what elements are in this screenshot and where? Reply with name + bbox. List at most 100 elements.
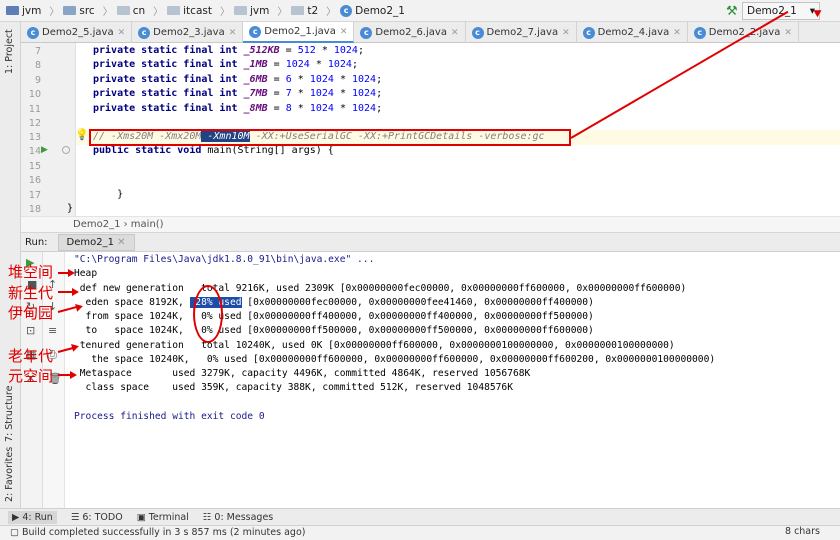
code-line-18: } [67, 203, 74, 214]
annotation-arrowhead [68, 269, 75, 277]
console-metaspace: Metaspace used 3279K, capacity 4496K, co… [74, 368, 531, 379]
breadcrumb-itcast[interactable]: itcast [167, 5, 212, 17]
console-from: from space 1024K, 0% used [0x00000000ff4… [74, 311, 594, 322]
close-icon[interactable]: ✕ [229, 28, 237, 38]
project-tool-button[interactable]: 1: Project [4, 29, 15, 74]
chevron-right-icon: 〉 [219, 7, 230, 18]
editor-tab-bar: c Demo2_5.java ✕ c Demo2_3.java ✕ c Demo2_1.j… [21, 22, 840, 43]
line-number: 11 [28, 104, 41, 115]
tab-demo2-3[interactable]: c Demo2_3.java ✕ [132, 22, 244, 43]
breadcrumb-jvm[interactable]: jvm [6, 5, 41, 17]
line-number: 16 [28, 175, 41, 186]
run-configuration-select[interactable]: Demo2_1 ▾ [742, 2, 820, 20]
line-number: 17 [28, 190, 41, 201]
annotation-heap: 堆空间 [8, 263, 54, 281]
code-line-14: public static void main(String[] args) { [93, 145, 334, 156]
selection-char-count: 8 chars [785, 526, 820, 537]
code-line-10: private static final int _7MB = 7 * 1024… [93, 88, 383, 99]
annotation-metaspace: 元空间 [8, 367, 54, 385]
breadcrumb-t2[interactable]: t2 [291, 5, 318, 17]
chevron-right-icon: 〉 [153, 7, 164, 18]
chevron-right-icon: 〉 [277, 7, 288, 18]
line-number: 9 [34, 75, 41, 86]
run-gutter-icon[interactable]: ▶ [41, 145, 48, 155]
code-line-7: private static final int _512KB = 512 * … [93, 45, 364, 56]
annotation-old-gen: 老年代 [8, 347, 54, 365]
annotation-young-gen: 新生代 [8, 284, 54, 302]
code-line-8: private static final int _1MB = 1024 * 1… [93, 59, 358, 70]
line-number: 10 [28, 89, 41, 100]
breadcrumb-src[interactable]: src [63, 5, 95, 17]
tab-demo2-7[interactable]: c Demo2_7.java ✕ [466, 22, 577, 43]
class-icon: c [27, 26, 39, 39]
package-icon [291, 6, 305, 15]
tab-demo2-1[interactable]: c Demo2_1.java ✕ [243, 22, 355, 43]
code-line-9: private static final int _6MB = 6 * 1024… [93, 74, 383, 85]
close-icon[interactable]: ✕ [117, 237, 125, 248]
console-class-space: class space used 359K, capacity 388K, co… [74, 382, 513, 393]
todo-tool-tab[interactable]: ☰ 6: TODO [71, 512, 123, 523]
bottom-tool-tabs: ▶ 4: Run ☰ 6: TODO ▣ Terminal ☷ 0: Messa… [0, 508, 840, 525]
breadcrumb-jvm-package[interactable]: jvm [233, 5, 269, 17]
close-icon[interactable]: ✕ [562, 28, 570, 38]
console-command-line: "C:\Program Files\Java\jdk1.8.0_91\bin\j… [74, 254, 375, 265]
line-number: 13 [28, 132, 41, 143]
terminal-tool-tab[interactable]: ▣ Terminal [137, 512, 189, 523]
line-number: 7 [34, 46, 41, 57]
run-label: Run: [25, 236, 48, 248]
annotation-arrowhead [72, 288, 79, 296]
editor-breadcrumb[interactable]: Demo2_1 › main() [21, 216, 840, 233]
line-number: 15 [28, 161, 41, 172]
console-the-space: the space 10240K, 0% used [0x00000000ff6… [74, 354, 716, 365]
package-icon [116, 6, 130, 15]
tab-demo2-2[interactable]: c Demo2_2.java ✕ [688, 22, 799, 43]
soft-wrap-icon[interactable]: ≡ [48, 324, 57, 337]
package-icon [167, 6, 181, 15]
line-number: 12 [28, 118, 41, 129]
class-icon: c [360, 26, 373, 39]
fold-marker-icon[interactable] [62, 146, 70, 154]
tab-demo2-5[interactable]: c Demo2_5.java ✕ [21, 22, 133, 43]
console-tenured: tenured generation total 10240K, used 0K… [74, 340, 675, 351]
breadcrumb-demo2-1[interactable]: c Demo2_1 [340, 4, 405, 17]
annotation-eden: 伊甸园 [8, 304, 54, 322]
class-icon: c [340, 4, 353, 17]
console-heap: Heap [74, 268, 98, 279]
favorites-tool-button[interactable]: 2: Favorites [4, 447, 15, 502]
lightbulb-icon[interactable]: 💡 [75, 128, 89, 141]
run-tool-window-header: Run: Demo2_1 ✕ [21, 233, 840, 252]
status-icon: ▢ [10, 527, 19, 538]
close-icon[interactable]: ✕ [118, 28, 126, 38]
package-icon [233, 6, 247, 15]
tab-demo2-4[interactable]: c Demo2_4.java ✕ [577, 22, 688, 43]
pin-icon[interactable]: ⊡ [26, 324, 35, 337]
breadcrumb-cn[interactable]: cn [116, 5, 145, 17]
line-number: 14 [28, 146, 41, 157]
class-icon: c [582, 26, 595, 39]
messages-tool-tab[interactable]: ☷ 0: Messages [203, 512, 273, 523]
module-icon [6, 6, 19, 15]
close-icon[interactable]: ✕ [784, 28, 792, 38]
run-tab[interactable]: Demo2_1 ✕ [57, 233, 135, 251]
tab-demo2-6[interactable]: c Demo2_6.java ✕ [354, 22, 466, 43]
class-icon: c [693, 26, 706, 39]
chevron-right-icon: 〉 [326, 7, 337, 18]
status-bar: ▢ Build completed successfully in 3 s 85… [0, 525, 840, 540]
run-tool-tab[interactable]: ▶ 4: Run [8, 510, 57, 524]
line-number: 8 [34, 60, 41, 71]
class-icon: c [249, 25, 262, 38]
chevron-right-icon: 〉 [102, 7, 113, 18]
structure-tool-button[interactable]: 7: Structure [4, 386, 15, 442]
close-icon[interactable]: ✕ [340, 27, 348, 37]
percent-highlight-ellipse [193, 285, 223, 343]
annotation-arrowhead [70, 371, 77, 379]
status-message[interactable]: Build completed successfully in 3 s 857 … [22, 527, 305, 538]
close-icon[interactable]: ✕ [673, 28, 681, 38]
build-hammer-icon[interactable]: ⚒ [726, 4, 738, 19]
folder-icon [63, 6, 77, 15]
jvm-options-highlight-box [89, 129, 571, 146]
code-line-11: private static final int _8MB = 8 * 1024… [93, 103, 383, 114]
code-line-17: } [117, 189, 124, 200]
close-icon[interactable]: ✕ [451, 28, 459, 38]
navigation-bar: jvm 〉 src 〉 cn 〉 itcast 〉 jvm 〉 t2 〉 c Demo2_1 [0, 0, 840, 22]
